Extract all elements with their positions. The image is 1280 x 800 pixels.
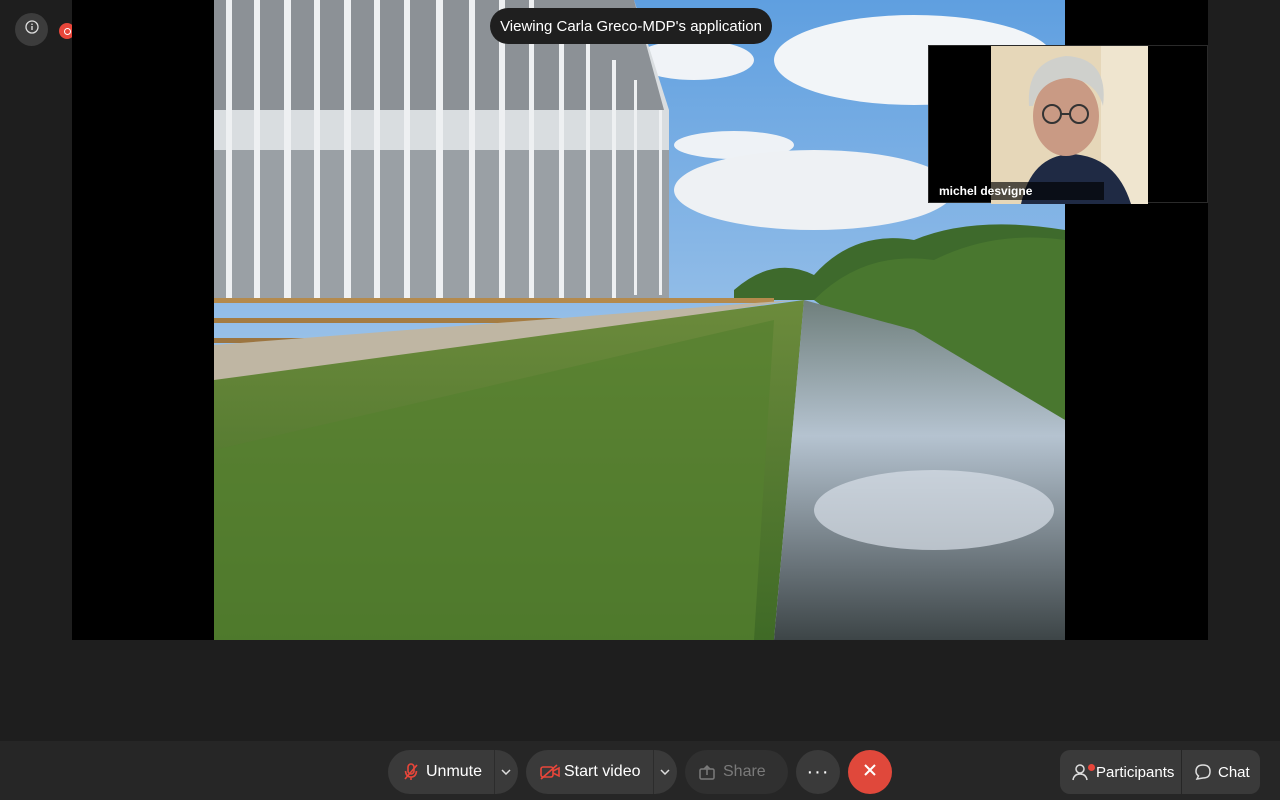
- panels-button-group: Participants Chat: [1060, 750, 1260, 794]
- info-button[interactable]: [15, 13, 48, 46]
- participants-button[interactable]: Participants: [1060, 750, 1181, 794]
- share-button[interactable]: Share: [685, 750, 788, 794]
- participant-video-tile[interactable]: michel desvigne: [928, 45, 1208, 204]
- viewing-banner: Viewing Carla Greco-MDP's application: [490, 8, 772, 44]
- video-options-chevron-icon[interactable]: [654, 750, 676, 794]
- start-video-button[interactable]: Start video: [526, 750, 677, 794]
- participant-name: michel desvigne: [931, 182, 1104, 200]
- share-icon: [699, 764, 715, 785]
- close-icon: [863, 763, 877, 782]
- unmute-label: Unmute: [426, 763, 483, 780]
- microphone-muted-icon: [404, 763, 418, 786]
- video-off-icon: [540, 764, 560, 785]
- chat-button[interactable]: Chat: [1182, 750, 1260, 794]
- chat-label: Chat: [1218, 763, 1250, 781]
- start-video-label: Start video: [564, 763, 641, 780]
- meeting-toolbar: Unmute Start video Share ··· Participant…: [0, 741, 1280, 800]
- participant-video: [991, 46, 1148, 204]
- participants-label: Participants: [1096, 763, 1175, 781]
- leave-meeting-button[interactable]: [848, 750, 892, 794]
- more-options-button[interactable]: ···: [796, 750, 840, 794]
- unmute-button[interactable]: Unmute: [388, 750, 518, 794]
- share-label: Share: [723, 763, 766, 780]
- notification-badge: [1088, 764, 1095, 771]
- audio-options-chevron-icon[interactable]: [495, 750, 517, 794]
- chat-bubble-icon: [1194, 763, 1212, 786]
- more-options-label: ···: [806, 760, 830, 783]
- info-icon: [24, 20, 39, 39]
